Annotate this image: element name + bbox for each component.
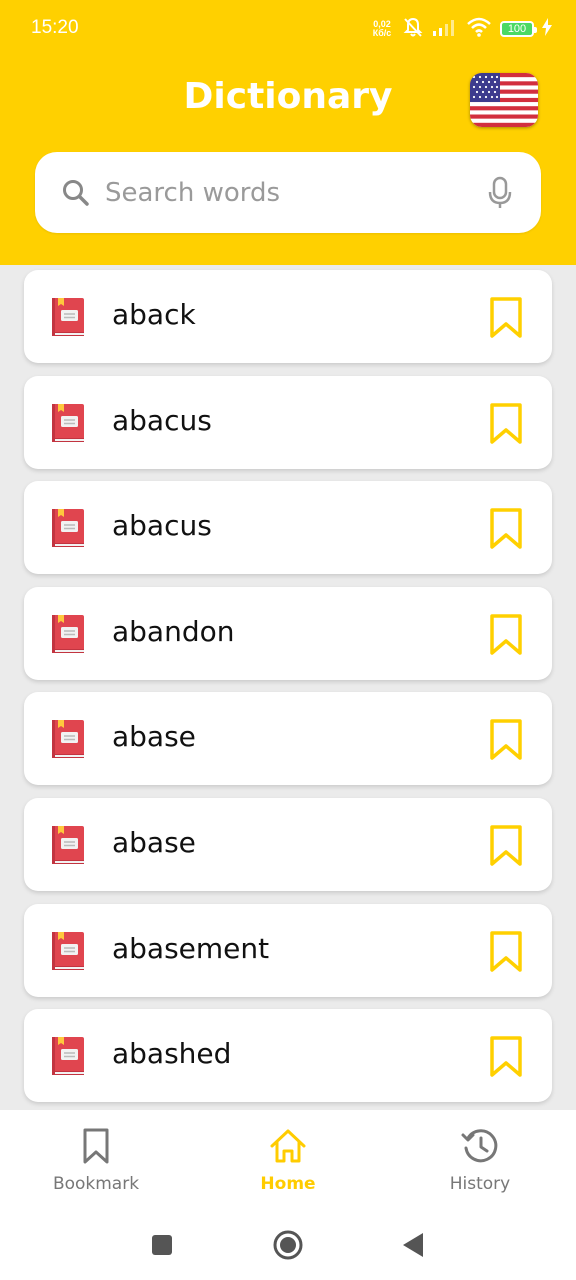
bookmark-icon bbox=[490, 719, 522, 761]
bookmark-icon bbox=[490, 297, 522, 338]
charging-icon bbox=[542, 18, 552, 40]
word-label: aback bbox=[112, 298, 196, 331]
book-icon bbox=[50, 296, 86, 342]
app-header: 15:20 0,02 Кб/с 100 Dictionary Search wo… bbox=[0, 0, 576, 265]
bookmark-icon bbox=[81, 1126, 111, 1166]
word-list-item[interactable]: abacus bbox=[24, 375, 552, 469]
bottom-navigation: Bookmark Home History bbox=[0, 1110, 576, 1210]
nav-home[interactable]: Home bbox=[213, 1110, 363, 1210]
home-icon bbox=[268, 1126, 308, 1166]
bookmark-icon bbox=[490, 402, 522, 444]
us-flag-icon bbox=[470, 73, 538, 127]
bookmark-button[interactable] bbox=[488, 930, 524, 974]
recents-icon[interactable] bbox=[151, 1234, 173, 1260]
signal-icon bbox=[432, 17, 458, 41]
bookmark-button[interactable] bbox=[488, 718, 524, 762]
word-label: abase bbox=[112, 826, 196, 859]
status-bar: 15:20 0,02 Кб/с 100 bbox=[0, 0, 576, 58]
mute-icon bbox=[402, 16, 424, 42]
language-flag-button[interactable] bbox=[470, 73, 538, 127]
home-system-icon[interactable] bbox=[272, 1229, 304, 1265]
word-label: abase bbox=[112, 720, 196, 754]
book-icon bbox=[50, 1035, 86, 1081]
back-icon[interactable] bbox=[401, 1232, 425, 1262]
status-icons: 0,02 Кб/с 100 bbox=[370, 16, 552, 42]
bookmark-icon bbox=[490, 614, 522, 655]
bookmark-button[interactable] bbox=[488, 507, 524, 551]
book-icon bbox=[50, 507, 86, 553]
book-icon bbox=[50, 930, 86, 976]
bookmark-button[interactable] bbox=[488, 613, 524, 657]
book-icon bbox=[50, 718, 86, 764]
battery-icon: 100 bbox=[500, 21, 537, 37]
bookmark-button[interactable] bbox=[488, 296, 524, 340]
network-speed: 0,02 Кб/с bbox=[370, 20, 394, 38]
book-icon bbox=[50, 824, 86, 870]
book-icon bbox=[50, 613, 86, 659]
word-label: abacus bbox=[112, 509, 212, 543]
bookmark-button[interactable] bbox=[488, 824, 524, 868]
bookmark-button[interactable] bbox=[488, 402, 524, 446]
bookmark-icon bbox=[490, 930, 522, 972]
search-icon bbox=[61, 178, 91, 212]
word-list-item[interactable]: abacus bbox=[24, 481, 552, 575]
word-list-item[interactable]: abasement bbox=[24, 903, 552, 997]
nav-bookmark-label: Bookmark bbox=[52, 1174, 140, 1194]
word-list-item[interactable]: aback bbox=[24, 270, 552, 363]
word-label: abashed bbox=[112, 1037, 232, 1071]
word-list-item[interactable]: abase bbox=[24, 692, 552, 786]
word-label: abandon bbox=[112, 614, 235, 648]
word-list-item[interactable]: abase bbox=[24, 798, 552, 891]
system-navigation-bar bbox=[0, 1210, 576, 1280]
battery-level: 100 bbox=[507, 23, 527, 35]
history-icon bbox=[460, 1126, 500, 1166]
nav-bookmark[interactable]: Bookmark bbox=[21, 1110, 171, 1210]
bookmark-icon bbox=[490, 1036, 522, 1077]
status-time: 15:20 bbox=[31, 17, 79, 38]
bookmark-button[interactable] bbox=[488, 1035, 524, 1079]
word-label: abasement bbox=[112, 931, 270, 965]
nav-history[interactable]: History bbox=[405, 1110, 555, 1210]
microphone-icon[interactable] bbox=[488, 176, 512, 214]
word-label: abacus bbox=[112, 403, 212, 437]
nav-home-label: Home bbox=[260, 1174, 316, 1194]
search-input[interactable] bbox=[105, 170, 465, 216]
book-icon bbox=[50, 402, 86, 448]
bookmark-icon bbox=[490, 825, 522, 866]
word-list-item[interactable]: abandon bbox=[24, 586, 552, 680]
bookmark-icon bbox=[490, 508, 522, 549]
wifi-icon bbox=[466, 17, 492, 41]
search-bar[interactable] bbox=[35, 152, 541, 233]
nav-history-label: History bbox=[449, 1174, 511, 1194]
network-speed-unit: Кб/с bbox=[372, 28, 392, 38]
word-list-item[interactable]: abashed bbox=[24, 1009, 552, 1103]
